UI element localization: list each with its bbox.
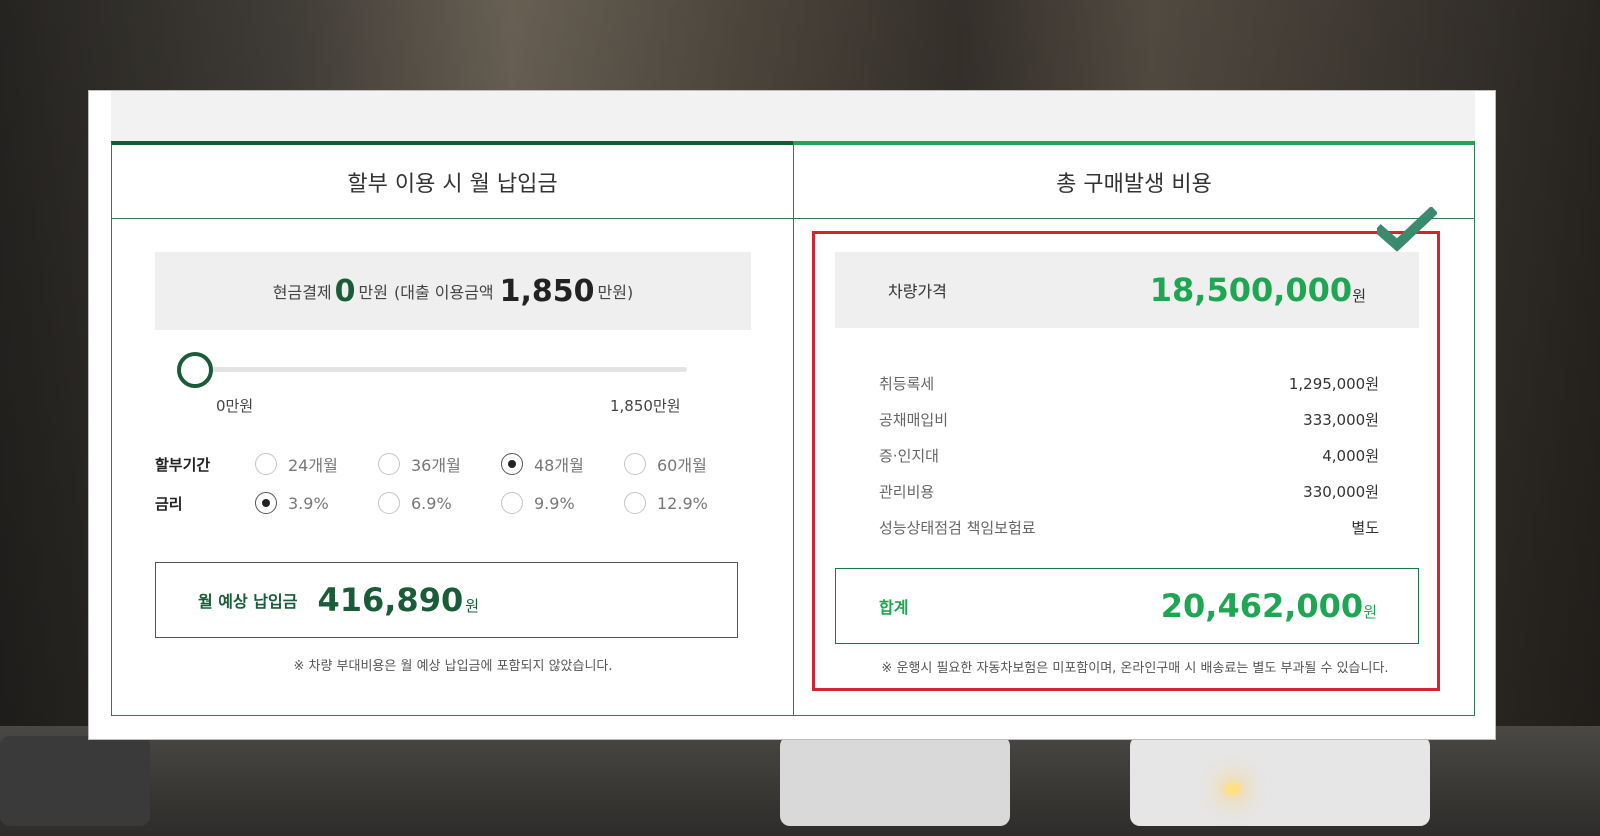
background-truck [780,736,1010,826]
cash-value: 0 [334,273,356,309]
rate-option-9-9[interactable]: 9.9% [501,492,624,514]
total-cost-label: 합계 [879,598,909,617]
monthly-payment-value: 416,890 [317,581,464,619]
fee-amount: 330,000원 [1303,482,1379,501]
total-cost-value: 20,462,000 [1160,587,1364,625]
radio-36-months[interactable] [378,453,400,475]
radio-48-months[interactable] [501,453,523,475]
installment-period-row: 할부기간 24개월 36개월 48개월 60개월 [155,449,747,479]
background-car [0,736,150,826]
fee-amount: 1,295,000원 [1288,374,1379,393]
period-option-24[interactable]: 24개월 [255,452,378,476]
fee-label: 공채매입비 [879,410,949,429]
top-strip [111,91,1475,141]
fee-label: 관리비용 [879,482,935,501]
cash-label: 현금결제 [272,283,332,302]
installment-panel: 할부 이용 시 월 납입금 현금결제 0 만원 (대출 이용금액 1,850 만… [111,141,793,716]
fee-amount: 333,000원 [1303,410,1379,429]
fee-row: 취등록세 1,295,000원 [879,365,1379,401]
background-headlight [1224,782,1242,796]
radio-rate-12-9[interactable] [624,492,646,514]
fee-label: 증·인지대 [879,446,939,465]
rate-option-3-9[interactable]: 3.9% [255,492,378,514]
cash-unit: 만원 [358,283,388,302]
total-cost-unit: 원 [1363,603,1377,621]
check-icon [1377,207,1437,252]
fee-amount: 4,000원 [1322,446,1379,465]
fee-amount: 별도 [1351,518,1379,537]
installment-note: ※ 차량 부대비용은 월 예상 납입금에 포함되지 않았습니다. [293,659,613,674]
loan-unit: 만원) [597,283,634,302]
period-option-36[interactable]: 36개월 [378,452,501,476]
total-cost-box: 합계 20,462,000원 [835,568,1419,644]
fee-row: 관리비용 330,000원 [879,473,1379,509]
vehicle-price-box: 차량가격 18,500,000원 [835,252,1419,328]
cash-amount-slider[interactable] [177,350,687,390]
rate-option-12-9[interactable]: 12.9% [624,492,747,514]
fee-row: 증·인지대 4,000원 [879,437,1379,473]
slider-min-label: 0만원 [216,397,254,415]
period-option-48[interactable]: 48개월 [501,452,624,476]
installment-panel-title: 할부 이용 시 월 납입금 [112,145,793,219]
monthly-payment-box: 월 예상 납입금 416,890 원 [155,562,738,638]
slider-track[interactable] [195,367,687,372]
fee-row: 성능상태점검 책임보험료 별도 [879,509,1379,545]
vehicle-price-unit: 원 [1352,287,1366,305]
radio-rate-9-9[interactable] [501,492,523,514]
slider-handle[interactable] [177,352,213,388]
radio-60-months[interactable] [624,453,646,475]
loan-value: 1,850 [499,273,595,309]
monthly-payment-unit: 원 [465,596,480,615]
fee-list: 취등록세 1,295,000원 공채매입비 333,000원 증·인지대 4,0… [879,365,1379,545]
fee-row: 공채매입비 333,000원 [879,401,1379,437]
slider-max-label: 1,850만원 [610,397,681,415]
fee-label: 성능상태점검 책임보험료 [879,518,1036,537]
rate-option-6-9[interactable]: 6.9% [378,492,501,514]
radio-24-months[interactable] [255,453,277,475]
purchase-cost-panel: 총 구매발생 비용 차량가격 18,500,000원 취등록세 1,295,00… [793,141,1475,716]
fee-label: 취등록세 [879,374,935,393]
radio-rate-6-9[interactable] [378,492,400,514]
interest-rate-label: 금리 [155,494,183,513]
vehicle-price-value: 18,500,000 [1149,271,1353,309]
radio-rate-3-9[interactable] [255,492,277,514]
monthly-payment-label: 월 예상 납입금 [198,592,298,611]
period-option-60[interactable]: 60개월 [624,452,747,476]
installment-period-label: 할부기간 [155,455,211,474]
vehicle-price-label: 차량가격 [888,282,947,301]
interest-rate-row: 금리 3.9% 6.9% 9.9% 12.9% [155,488,747,518]
cost-calculator-card: 할부 이용 시 월 납입금 현금결제 0 만원 (대출 이용금액 1,850 만… [88,90,1496,740]
purchase-note: ※ 운행시 필요한 자동차보험은 미포함이며, 온라인구매 시 배송료는 별도 … [881,661,1389,676]
cash-payment-summary: 현금결제 0 만원 (대출 이용금액 1,850 만원) [155,252,751,330]
purchase-cost-title: 총 구매발생 비용 [794,145,1474,219]
background-van [1130,736,1430,826]
loan-label: (대출 이용금액 [393,283,494,302]
